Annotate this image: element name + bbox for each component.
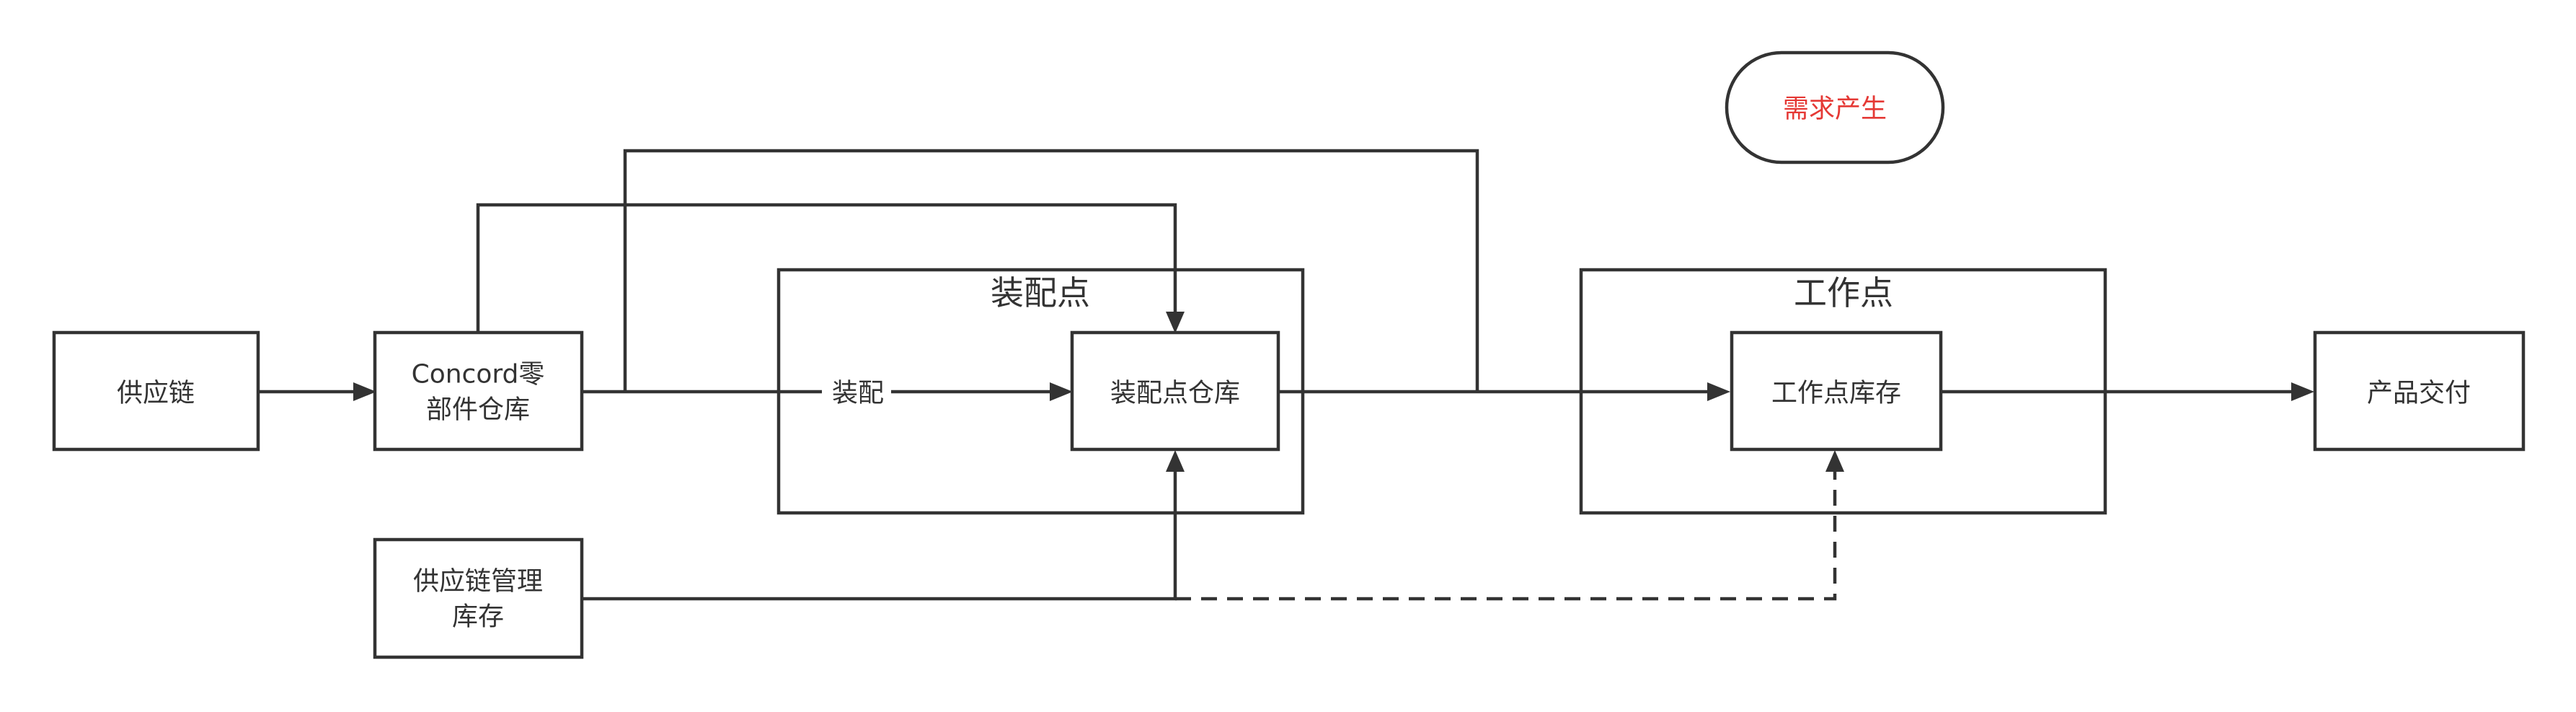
arrowhead-loop-to-assembly <box>1166 312 1185 333</box>
arrowhead-concord-to-assembly <box>1050 382 1073 401</box>
supply-chain-label: 供应链 <box>117 379 195 408</box>
arrowhead-scm-to-assembly <box>1166 450 1185 472</box>
flow-diagram: 装配 装配点 工作点 供应链 Concord零 部件仓库 供应链管理 库存 装配… <box>52 50 2526 659</box>
concord-warehouse-label-line2: 部件仓库 <box>426 395 530 425</box>
edge-scm-to-work-dashed <box>1175 472 1837 601</box>
scm-inventory-label-line2: 库存 <box>452 602 504 632</box>
assembly-warehouse-label: 装配点仓库 <box>1110 379 1240 408</box>
work-point-group-title: 工作点 <box>1794 273 1893 312</box>
arrowhead-work-to-delivery <box>2291 382 2314 401</box>
arrowhead-supply-to-concord <box>353 382 376 401</box>
demand-terminal-label: 需求产生 <box>1783 95 1887 124</box>
product-delivery-label: 产品交付 <box>2367 379 2471 408</box>
arrowhead-scm-to-work <box>1825 450 1844 472</box>
arrowhead-assembly-to-work <box>1707 382 1730 401</box>
assembly-point-group-title: 装配点 <box>991 273 1090 312</box>
concord-warehouse-label-line1: Concord零 <box>412 360 545 390</box>
work-inventory-label: 工作点库存 <box>1771 379 1901 408</box>
concord-warehouse-node <box>373 330 584 452</box>
scm-inventory-label-line1: 供应链管理 <box>413 567 543 597</box>
assemble-edge-label: 装配 <box>832 379 884 408</box>
edge-scm-to-assembly <box>582 472 1177 601</box>
scm-inventory-node <box>373 537 584 659</box>
